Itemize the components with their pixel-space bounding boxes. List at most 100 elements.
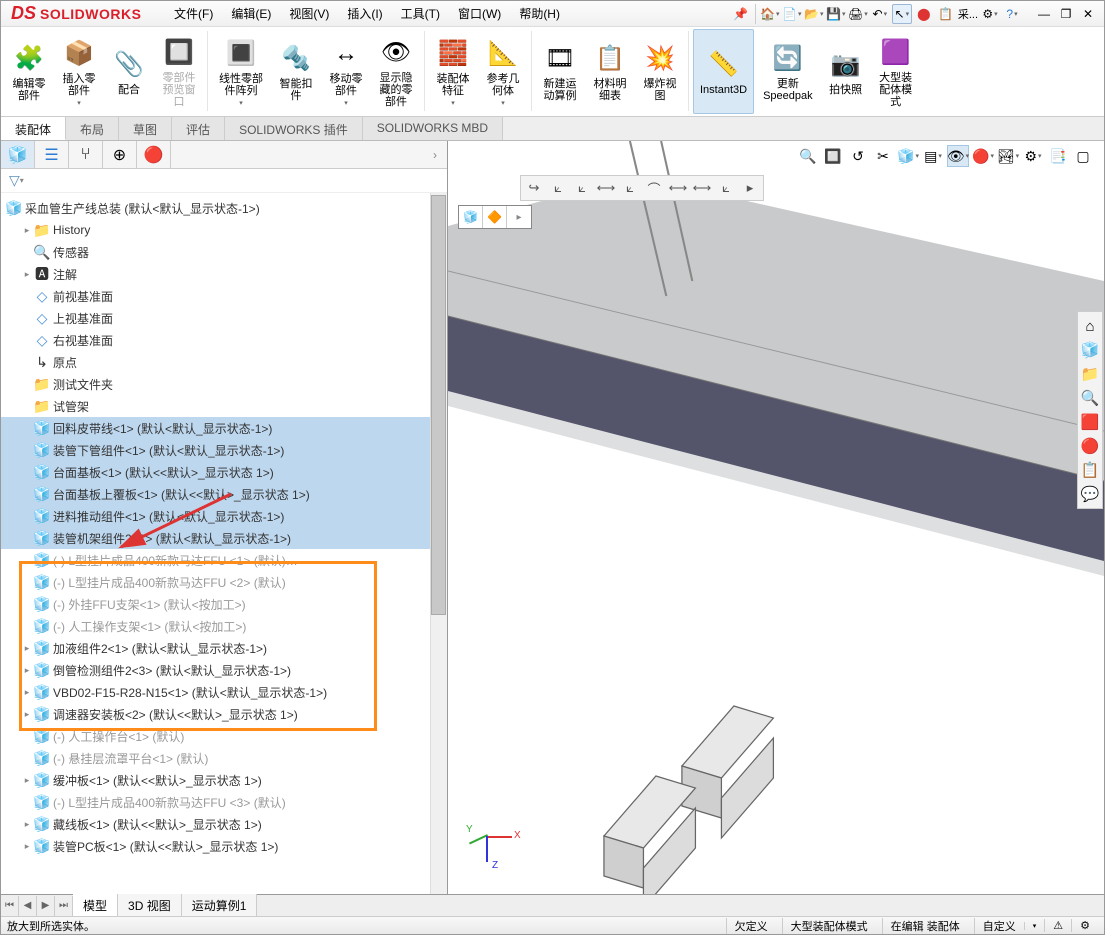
chip-assembly-icon[interactable]: 🧊 [459,206,483,228]
property-tab-icon[interactable]: ☰ [35,141,69,168]
status-dropdown-icon[interactable]: ▾ [1024,922,1045,930]
graphics-viewport[interactable]: 🔍 🔲 ↺ ✂ 🧊▾ ▤▾ 👁▾ 🔴▾ 🏞▾ ⚙▾ 📑 ▢ ↪ ⟀ ⟀ ⟷ ⟀ … [448,141,1104,896]
tree-item-18[interactable]: 🧊(-) 人工操作支架<1> (默认<按加工>) [1,615,447,637]
tree-root[interactable]: 🧊采血管生产线总装 (默认<默认_显示状态-1>) [1,197,447,219]
measure-icon[interactable]: ⟀ [547,178,569,198]
tree-item-3[interactable]: ◇前视基准面 [1,285,447,307]
menu-文件(F)[interactable]: 文件(F) [166,1,221,26]
menu-窗口(W)[interactable]: 窗口(W) [450,1,509,26]
tree-item-20[interactable]: ▸🧊倒管检测组件2<3> (默认<默认_显示状态-1>) [1,659,447,681]
forum-icon[interactable]: 💬 [1080,483,1100,505]
tree-item-17[interactable]: 🧊(-) 外挂FFU支架<1> (默认<按加工>) [1,593,447,615]
last-tab-icon[interactable]: ⏭ [55,896,73,916]
ribbon-16[interactable]: 🟪大型装 配体模 式 [872,29,920,114]
assembly-chip[interactable]: 🧊 🔶 ▸ [458,205,532,229]
ribbon-tab-4[interactable]: SOLIDWORKS 插件 [225,117,363,140]
tree-scroll-thumb[interactable] [431,195,446,615]
print-icon[interactable]: 🖨▾ [848,4,868,24]
appearances-icon[interactable]: 🔴 [1080,435,1100,457]
home-icon[interactable]: 🏠▾ [760,4,780,24]
window-close-icon[interactable]: ✕ [1078,4,1098,24]
snapshot-icon[interactable]: 📑 [1047,145,1069,167]
expand-panel-icon[interactable]: › [423,141,447,168]
tree-item-16[interactable]: 🧊(-) L型挂片成品400新款马达FFU <2> (默认) [1,571,447,593]
baseline-icon[interactable]: ⟀ [715,178,737,198]
ribbon-9[interactable]: 📐参考几 何体▾ [479,29,527,114]
tree-item-28[interactable]: ▸🧊装管PC板<1> (默认<<默认>_显示状态 1>) [1,835,447,857]
tree-item-10[interactable]: 🧊装管下管组件<1> (默认<默认_显示状态-1>) [1,439,447,461]
hide-show-icon[interactable]: 👁▾ [947,145,969,167]
filter-toggle-icon[interactable]: ▢ [1072,145,1094,167]
ribbon-14[interactable]: 🔄更新 Speedpak [756,29,820,114]
view-settings-icon[interactable]: ⚙▾ [1022,145,1044,167]
tree-item-24[interactable]: 🧊(-) 悬挂层流罩平台<1> (默认) [1,747,447,769]
radial-icon[interactable]: ⌒ [643,178,665,198]
home-pane-icon[interactable]: ⌂ [1080,315,1100,337]
menu-编辑(E)[interactable]: 编辑(E) [223,1,279,26]
angle-dim-icon[interactable]: ⟀ [619,178,641,198]
tree-scrollbar[interactable] [430,193,447,896]
custom-props-icon[interactable]: 📋 [1080,459,1100,481]
search-field[interactable]: 采... [958,4,978,24]
prev-view-icon[interactable]: ↺ [847,145,869,167]
feature-tree[interactable]: 🧊采血管生产线总装 (默认<默认_显示状态-1>) ▸📁History🔍传感器 ▸… [1,193,447,896]
bottom-tab-2[interactable]: 运动算例1 [182,894,258,917]
next-tab-icon[interactable]: ▶ [37,896,55,916]
menu-视图(V)[interactable]: 视图(V) [281,1,337,26]
tree-item-12[interactable]: 🧊台面基板上覆板<1> (默认<<默认>_显示状态 1>) [1,483,447,505]
orientation-triad[interactable]: X Y Z [458,806,518,866]
zoom-area-icon[interactable]: 🔲 [822,145,844,167]
ribbon-5[interactable]: 🔩智能扣 件 [272,29,320,114]
save-icon[interactable]: 💾▾ [826,4,846,24]
tree-item-22[interactable]: ▸🧊调速器安装板<2> (默认<<默认>_显示状态 1>) [1,703,447,725]
zoom-fit-icon[interactable]: 🔍 [797,145,819,167]
options-icon[interactable]: 📋 [936,4,956,24]
ribbon-1[interactable]: 📦插入零 部件▾ [55,29,103,114]
ribbon-7[interactable]: 👁显示隐 藏的零 部件 [372,29,420,114]
tree-item-26[interactable]: 🧊(-) L型挂片成品400新款马达FFU <3> (默认) [1,791,447,813]
window-minimize-icon[interactable]: — [1034,4,1054,24]
tree-item-23[interactable]: 🧊(-) 人工操作台<1> (默认) [1,725,447,747]
rebuild-icon[interactable]: ⬤ [914,4,934,24]
ordinate-icon[interactable]: ⟷ [691,178,713,198]
chain-dim-icon[interactable]: ⟷ [667,178,689,198]
tree-item-6[interactable]: ↳原点 [1,351,447,373]
tree-item-1[interactable]: 🔍传感器 [1,241,447,263]
display-style-icon[interactable]: ▤▾ [922,145,944,167]
explorer-icon[interactable]: 🔍 [1080,387,1100,409]
appearance-icon[interactable]: 🔴▾ [972,145,994,167]
ribbon-11[interactable]: 📋材料明 细表 [586,29,634,114]
tree-item-4[interactable]: ◇上视基准面 [1,307,447,329]
tree-item-7[interactable]: 📁测试文件夹 [1,373,447,395]
ribbon-6[interactable]: ↔移动零 部件▾ [322,29,370,114]
view-orient-icon[interactable]: 🧊▾ [897,145,919,167]
new-icon[interactable]: 📄▾ [782,4,802,24]
ribbon-10[interactable]: 🎞新建运 动算例 [536,29,584,114]
appearance-tab-icon[interactable]: 🔴 [137,141,171,168]
select-icon[interactable]: ↖▾ [892,4,912,24]
tree-item-19[interactable]: ▸🧊加液组件2<1> (默认<默认_显示状态-1>) [1,637,447,659]
chip-expand-icon[interactable]: ▸ [507,206,531,228]
tree-item-21[interactable]: ▸🧊VBD02-F15-R28-N15<1> (默认<默认_显示状态-1>) [1,681,447,703]
section-icon[interactable]: ✂ [872,145,894,167]
feature-tree-tab-icon[interactable]: 🧊 [1,141,35,168]
settings-icon[interactable]: ⚙▾ [980,4,1000,24]
ribbon-4[interactable]: 🔳线性零部 件阵列▾ [212,29,270,114]
tree-item-8[interactable]: 📁试管架 [1,395,447,417]
open-icon[interactable]: 📂▾ [804,4,824,24]
ribbon-tab-2[interactable]: 草图 [119,117,172,140]
menu-插入(I)[interactable]: 插入(I) [339,1,390,26]
filter-bar[interactable]: ▽ ▾ [1,169,447,193]
ribbon-tab-3[interactable]: 评估 [172,117,225,140]
tree-item-15[interactable]: 🧊(-) L型挂片成品400新款马达FFU <1> (默认)… [1,549,447,571]
bottom-nav-buttons[interactable]: ⏮ ◀ ▶ ⏭ [1,896,73,916]
library-icon[interactable]: 📁 [1080,363,1100,385]
menu-帮助(H)[interactable]: 帮助(H) [511,1,568,26]
prev-tab-icon[interactable]: ◀ [19,896,37,916]
tree-item-0[interactable]: ▸📁History [1,219,447,241]
menu-工具(T)[interactable]: 工具(T) [393,1,448,26]
help-icon[interactable]: ?▾ [1002,4,1022,24]
ribbon-12[interactable]: 💥爆炸视 图 [636,29,684,114]
tree-item-9[interactable]: 🧊回料皮带线<1> (默认<默认_显示状态-1>) [1,417,447,439]
ribbon-tab-0[interactable]: 装配体 [1,117,66,140]
